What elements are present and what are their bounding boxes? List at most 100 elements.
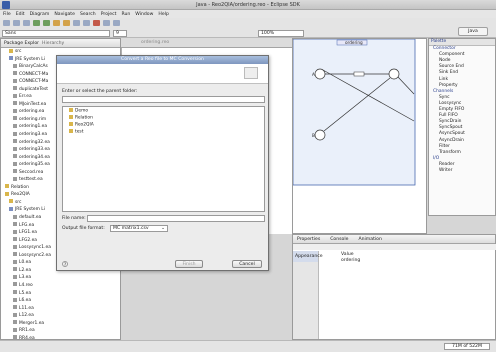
tree-item[interactable]: L3.ea: [3, 274, 120, 282]
tree-item[interactable]: RR1.ea: [3, 327, 120, 335]
folder-tree-item[interactable]: Reo2QIA: [65, 122, 264, 129]
search-icon[interactable]: [83, 20, 90, 26]
stop-icon[interactable]: [93, 20, 100, 26]
fifo-buffer: [353, 71, 365, 77]
wizard-banner-icon: [244, 67, 258, 79]
menu-run[interactable]: Run: [121, 12, 130, 17]
tab-hierarchy[interactable]: Hierarchy: [42, 41, 64, 46]
tree-item-label: L0.ea: [19, 260, 32, 266]
tree-item-label: Lossysync1.ea: [19, 245, 51, 251]
folder-icon: [5, 184, 9, 189]
file-icon: [13, 305, 17, 310]
appearance-section[interactable]: Appearance: [293, 251, 323, 262]
menu-search[interactable]: Search: [80, 12, 96, 17]
file-icon: [13, 244, 17, 249]
tree-item-label: ordering32.ea: [19, 139, 50, 145]
new-class-icon[interactable]: [63, 20, 70, 26]
tree-item-label: ordering1.ea: [19, 124, 48, 130]
palette-items: Connector Component Node Source End Sink End…: [429, 46, 495, 174]
run-icon[interactable]: [43, 20, 50, 26]
file-icon: [13, 169, 17, 174]
save-icon[interactable]: [13, 20, 20, 26]
reo-editor-canvas[interactable]: ordering A B: [292, 38, 427, 234]
menu-window[interactable]: Window: [135, 12, 153, 17]
file-icon: [13, 131, 17, 136]
file-icon: [13, 320, 17, 325]
file-icon: [13, 282, 17, 287]
file-icon: [13, 146, 17, 151]
new-package-icon[interactable]: [53, 20, 60, 26]
folder-icon: [69, 129, 73, 134]
folder-icon: [9, 199, 13, 204]
tree-item-label: MJoinTest.ea: [19, 101, 47, 107]
font-size-select[interactable]: 9: [113, 30, 127, 37]
help-icon[interactable]: ?: [62, 261, 68, 267]
value-cell[interactable]: ordering: [341, 258, 360, 263]
dialog-banner: [57, 64, 268, 84]
properties-header: [293, 244, 496, 250]
file-name-input[interactable]: [87, 215, 265, 222]
tree-item[interactable]: L4.reo: [3, 282, 120, 290]
file-icon: [13, 327, 17, 332]
tab-animation[interactable]: Animation: [358, 237, 381, 242]
menu-help[interactable]: Help: [158, 12, 168, 17]
folder-tree-item[interactable]: Relation: [65, 115, 264, 122]
folder-icon: [9, 48, 13, 53]
tree-item-label: duplicateTest: [19, 86, 48, 92]
tree-item-label: Reo2QIA: [11, 192, 30, 198]
folder-tree: Demo Relation Reo2QIA test: [62, 106, 265, 212]
tree-item[interactable]: Merger1.ea: [3, 320, 120, 328]
cancel-button[interactable]: Cancel: [232, 260, 262, 268]
tree-item-label: L3.ea: [19, 275, 32, 281]
folder-icon: [69, 108, 73, 112]
file-icon: [13, 252, 17, 257]
finish-button[interactable]: Finish: [175, 260, 203, 268]
output-format-select[interactable]: MC matrix1.csv ⌄: [110, 225, 168, 232]
menu-file[interactable]: File: [3, 12, 11, 17]
tree-item-label: src: [15, 199, 22, 205]
tree-item[interactable]: L12.ea: [3, 312, 120, 320]
zoom-select[interactable]: 100%: [258, 30, 304, 37]
forward-icon[interactable]: [113, 20, 120, 26]
parent-folder-input[interactable]: [62, 96, 265, 103]
file-icon: [13, 86, 17, 91]
font-select[interactable]: Sans: [2, 30, 110, 37]
menu-navigate[interactable]: Navigate: [54, 12, 75, 17]
folder-tree-item[interactable]: Demo: [65, 108, 264, 115]
window-title: Java - Reo2QIA/ordering.reo - Eclipse SD…: [196, 2, 300, 8]
tab-ordering-reo[interactable]: ordering.reo: [141, 40, 169, 45]
java-perspective-button[interactable]: Java: [458, 27, 488, 36]
connector-label: ordering: [345, 40, 363, 45]
open-type-icon[interactable]: [73, 20, 80, 26]
menu-diagram[interactable]: Diagram: [30, 12, 50, 17]
palette-tool[interactable]: Writer: [429, 168, 495, 174]
dropdown-arrow-icon: ⌄: [161, 226, 165, 231]
tree-item-label: CONNECT-Ma: [19, 79, 49, 85]
menu-edit[interactable]: Edit: [16, 12, 25, 17]
print-icon[interactable]: [23, 20, 30, 26]
menu-project[interactable]: Project: [101, 12, 117, 17]
lower-panel-tabs: Properties Console Animation: [293, 235, 495, 244]
tree-item[interactable]: L11.ea: [3, 305, 120, 313]
tab-package-explorer[interactable]: Package Explor: [4, 41, 39, 46]
title-bar: Java - Reo2QIA/ordering.reo - Eclipse SD…: [0, 0, 496, 10]
folder-tree-label: Demo: [75, 108, 89, 114]
tree-item[interactable]: L6.ea: [3, 297, 120, 305]
folder-icon: [69, 115, 73, 120]
back-icon[interactable]: [103, 20, 110, 26]
file-icon: [13, 267, 17, 272]
folder-tree-item[interactable]: test: [65, 129, 264, 136]
tree-item-label: L6.ea: [19, 298, 32, 304]
file-icon: [13, 123, 17, 128]
tree-item[interactable]: L5.ea: [3, 290, 120, 298]
memory-indicator[interactable]: 71M of 522M: [444, 343, 490, 350]
file-icon: [13, 78, 17, 83]
new-icon[interactable]: [3, 20, 10, 26]
connector-frame: [292, 38, 416, 186]
node-label-b: B: [312, 133, 315, 138]
tab-properties[interactable]: Properties: [297, 237, 320, 242]
file-icon: [13, 290, 17, 294]
tree-item-label: Merger1.ea: [19, 320, 45, 326]
tab-console[interactable]: Console: [330, 237, 348, 242]
debug-icon[interactable]: [33, 20, 40, 26]
